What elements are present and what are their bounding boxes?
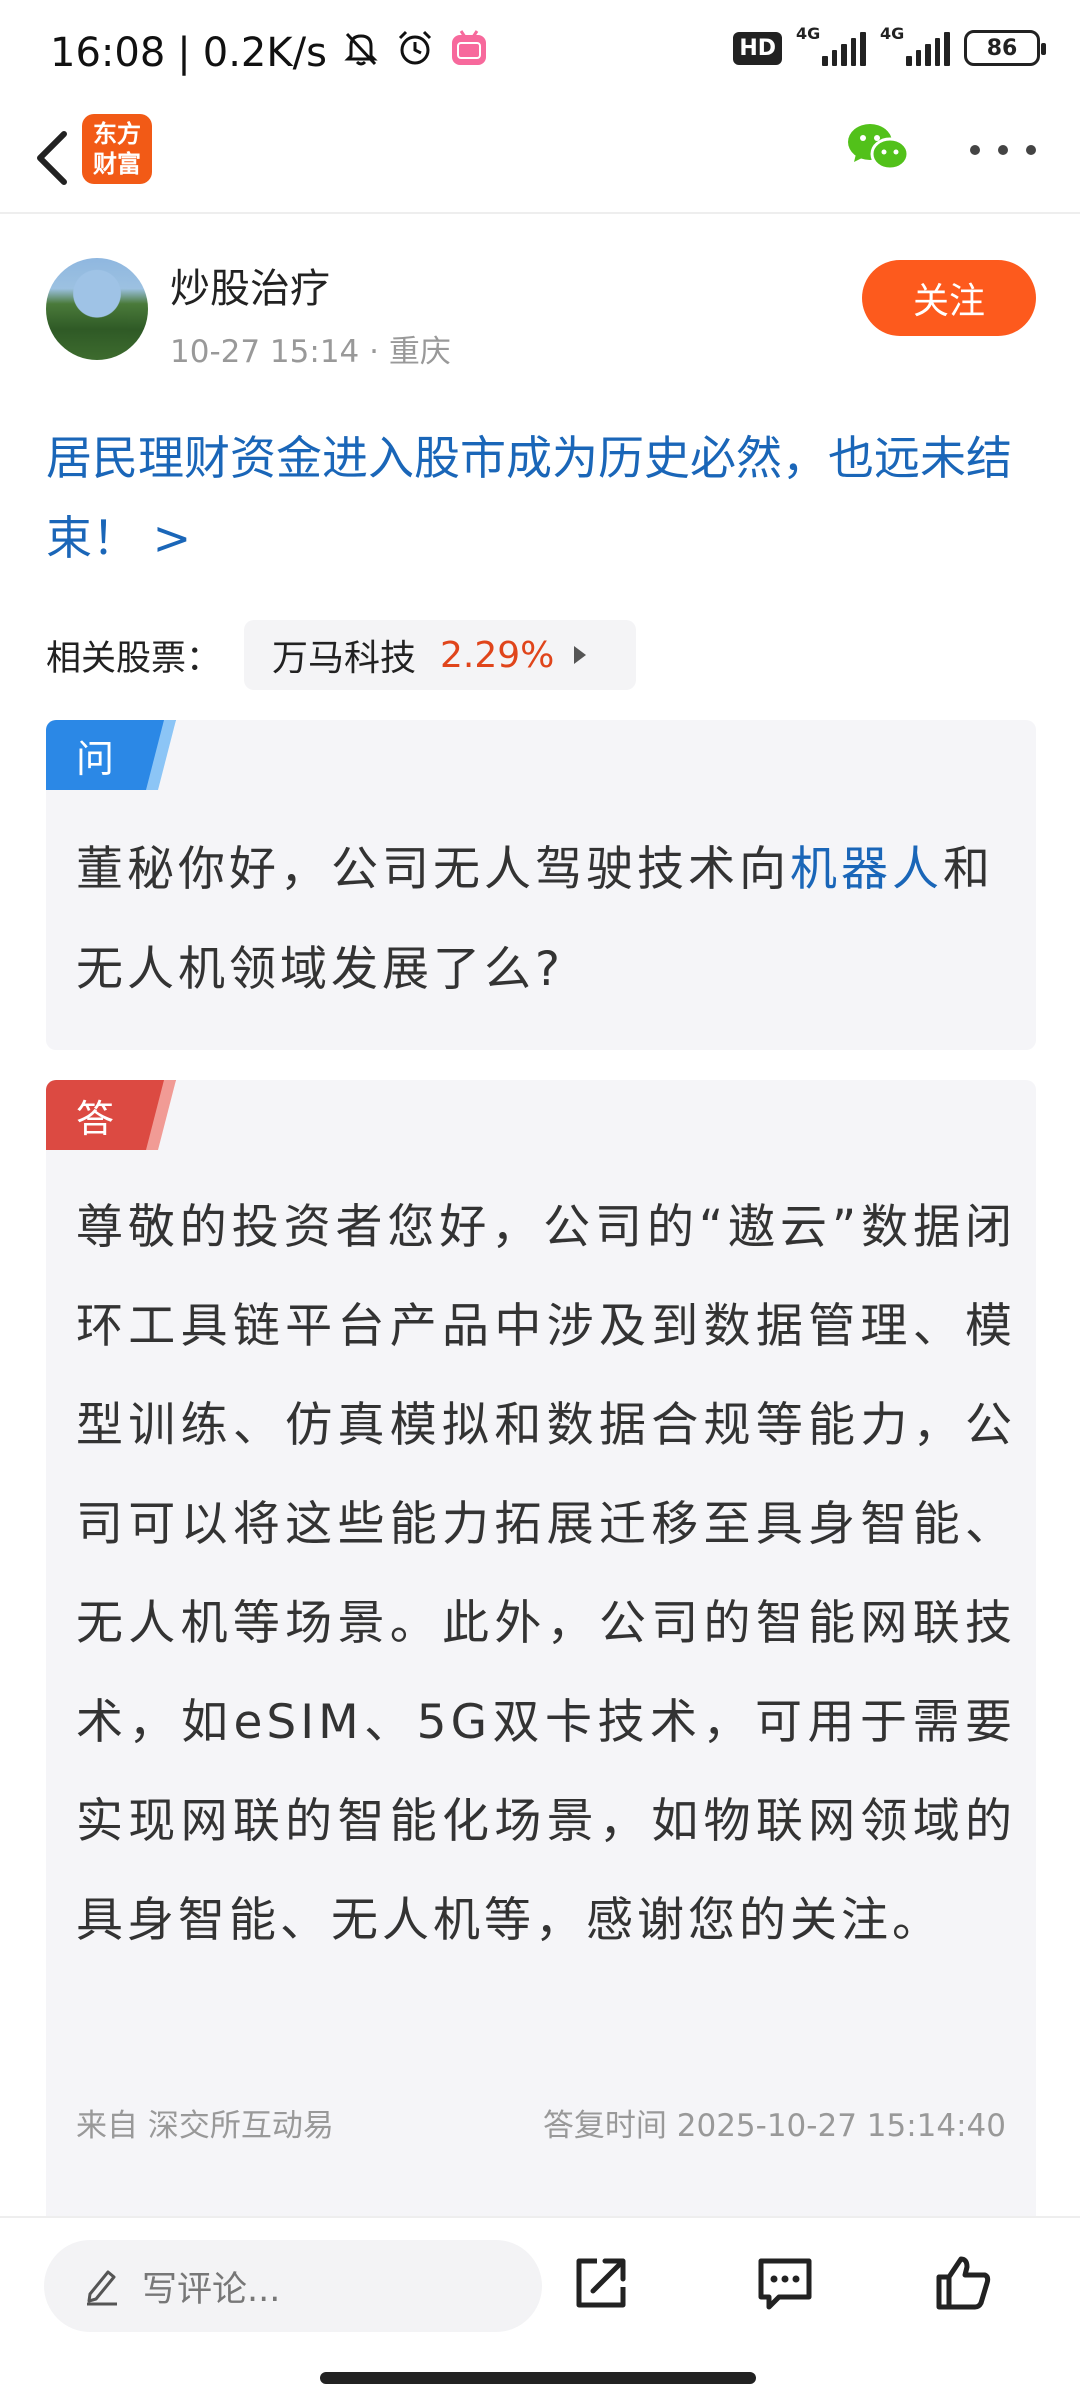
like-button[interactable]	[928, 2248, 998, 2318]
stock-change: 2.29%	[440, 634, 555, 676]
status-left: 16:08 | 0.2K/s	[50, 28, 489, 78]
more-options-button[interactable]	[970, 130, 1036, 170]
sim1-network-label: 4G	[796, 24, 821, 43]
status-net-speed: 0.2K/s	[202, 30, 327, 76]
stock-name: 万马科技	[272, 638, 417, 679]
post-date: 10-27 15:14	[170, 334, 360, 370]
home-indicator[interactable]	[320, 2372, 756, 2384]
alarm-icon	[395, 28, 435, 78]
battery-icon: 86	[964, 30, 1046, 66]
more-dot-icon	[998, 145, 1008, 155]
meta-dot: ·	[369, 334, 389, 370]
post-location: 重庆	[388, 334, 451, 370]
signal-sim1-icon: 4G	[796, 24, 866, 66]
answer-text: 尊敬的投资者您好，公司的“遨云”数据闭环工具链平台产品中涉及到数据管理、模型训练…	[76, 1200, 1016, 1948]
signal-sim2-icon: 4G	[880, 24, 950, 66]
comment-icon	[758, 2258, 812, 2310]
answer-tag-label: 答	[76, 1096, 115, 1141]
share-button[interactable]	[566, 2248, 636, 2318]
question-tag-label: 问	[76, 736, 115, 781]
comment-placeholder: 写评论...	[142, 2269, 281, 2310]
pencil-icon	[87, 2270, 117, 2306]
top-nav-bar: 东方财富	[0, 104, 1080, 214]
share-icon	[576, 2258, 626, 2308]
mute-bell-icon	[341, 28, 381, 78]
status-separator: |	[177, 30, 191, 76]
question-text-part1: 董秘你好，公司无人驾驶技术向	[76, 842, 790, 897]
status-right: HD 4G 4G 86	[733, 24, 1046, 66]
question-card: 问 董秘你好，公司无人驾驶技术向机器人和无人机领域发展了么?	[46, 720, 1036, 1050]
author-name[interactable]: 炒股治疗	[170, 256, 330, 314]
comment-input[interactable]: 写评论...	[44, 2240, 542, 2332]
status-time: 16:08	[50, 30, 166, 76]
bilibili-app-icon	[449, 28, 489, 78]
hd-voice-badge: HD	[733, 31, 782, 65]
sim2-network-label: 4G	[880, 24, 905, 43]
question-text: 董秘你好，公司无人驾驶技术向机器人和无人机领域发展了么?	[76, 820, 1016, 1020]
answer-source: 来自 深交所互动易	[76, 2108, 334, 2144]
more-dot-icon	[970, 145, 980, 155]
related-stock-chip[interactable]: 万马科技 2.29%	[244, 620, 636, 690]
app-logo-text: 东方财富	[93, 120, 141, 178]
author-meta: 10-27 15:14 · 重庆	[170, 326, 451, 371]
play-arrow-icon	[574, 646, 587, 664]
wechat-share-icon[interactable]	[846, 120, 910, 176]
thumbs-up-icon	[936, 2256, 991, 2310]
answer-card: 答 尊敬的投资者您好，公司的“遨云”数据闭环工具链平台产品中涉及到数据管理、模型…	[46, 1080, 1036, 2220]
answer-reply-time: 答复时间 2025-10-27 15:14:40	[542, 2108, 1006, 2144]
comments-button[interactable]	[750, 2248, 820, 2318]
back-button[interactable]	[22, 120, 82, 196]
related-stocks-label: 相关股票：	[46, 639, 222, 679]
battery-level: 86	[986, 35, 1018, 61]
post-title-link[interactable]: 居民理财资金进入股市成为历史必然，也远未结束！ >	[46, 418, 1036, 578]
follow-button[interactable]: 关注	[862, 260, 1036, 336]
app-logo: 东方财富	[82, 114, 152, 184]
author-avatar[interactable]	[46, 258, 148, 360]
question-keyword-link[interactable]: 机器人	[790, 842, 943, 897]
status-bar: 16:08 | 0.2K/s HD 4G 4G 86	[0, 0, 1080, 104]
chevron-left-icon	[37, 131, 67, 185]
more-dot-icon	[1026, 145, 1036, 155]
bottom-action-bar: 写评论...	[0, 2216, 1080, 2400]
